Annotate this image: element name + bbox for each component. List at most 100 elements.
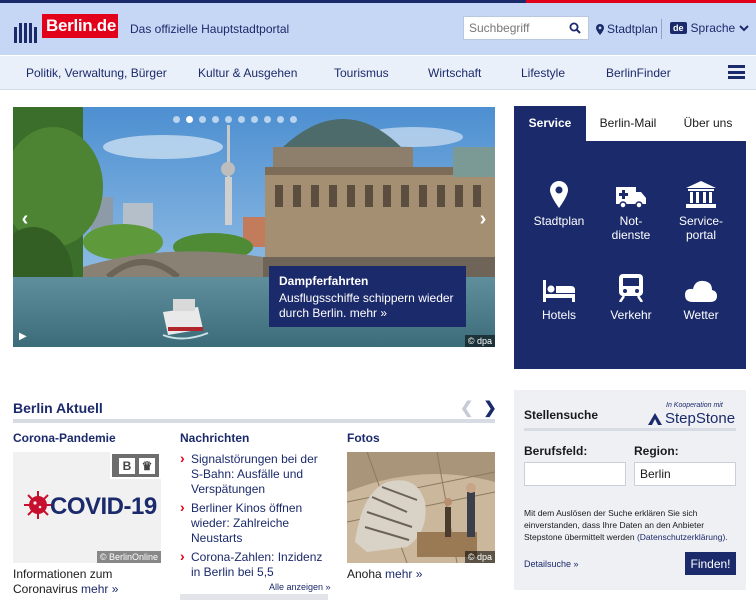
search-icon[interactable]	[569, 22, 581, 37]
news-list: Signalstörungen bei der S-Bahn: Ausfälle…	[180, 451, 330, 584]
language-selector[interactable]: de Sprache	[670, 21, 749, 35]
language-badge: de	[670, 22, 687, 34]
search-input[interactable]	[464, 17, 564, 39]
photo-caption[interactable]: Anoha mehr »	[347, 567, 422, 581]
news-item[interactable]: Corona-Zahlen: Inzidenz in Berlin bei 5,…	[180, 549, 330, 580]
stadtplan-link[interactable]: Stadtplan	[596, 22, 658, 36]
stepstone-logo[interactable]: StepStone	[648, 410, 735, 427]
job-search-title: Stellensuche	[524, 408, 599, 422]
news-item[interactable]: Berliner Kinos öffnen wieder: Zahlreiche…	[180, 500, 330, 546]
slide-caption-title: Dampferfahrten	[279, 274, 369, 288]
service-item-verkehr[interactable]: Verkehr	[593, 268, 669, 322]
more-link[interactable]: mehr »	[385, 567, 422, 581]
news-scroll-bar	[180, 594, 328, 600]
berufsfeld-input[interactable]	[524, 462, 626, 486]
column-title-corona[interactable]: Corona-Pandemie	[13, 431, 116, 445]
berlin-bear-badge: B ♛	[110, 452, 161, 479]
badge-bear: ♛	[139, 458, 155, 474]
news-item[interactable]: Signalstörungen bei der S-Bahn: Ausfälle…	[180, 451, 330, 497]
more-link[interactable]: mehr »	[81, 582, 118, 596]
next-arrow-icon[interactable]: ❯	[483, 400, 496, 417]
map-pin-icon	[596, 23, 604, 35]
detail-search-link[interactable]: Detailsuche »	[524, 559, 579, 569]
slider-prev-button[interactable]: ‹	[15, 207, 35, 231]
nav-item-politik[interactable]: Politik, Verwaltung, Bürger	[26, 66, 167, 80]
photo-caption-text: Anoha	[347, 567, 382, 581]
region-input[interactable]	[634, 462, 736, 486]
section-title: Berlin Aktuell	[13, 400, 103, 416]
covid-label: COVID-19	[50, 493, 157, 520]
site-tagline: Das offizielle Hauptstadtportal	[130, 22, 290, 36]
virus-icon	[24, 491, 52, 519]
nav-item-berlinfinder[interactable]: BerlinFinder	[606, 66, 671, 80]
service-item-label: Stadtplan	[533, 214, 585, 228]
slide-dot[interactable]	[173, 116, 180, 123]
header-divider	[661, 19, 662, 39]
site-header: Berlin.de Das offizielle Hauptstadtporta…	[0, 3, 756, 55]
berlin-logo[interactable]: Berlin.de	[14, 14, 118, 44]
slide-dot[interactable]	[238, 116, 245, 123]
service-item-stadtplan[interactable]: Stadtplan	[521, 174, 597, 228]
tab-ueber-uns[interactable]: Über uns	[670, 106, 746, 141]
stepstone-icon	[648, 412, 662, 425]
ambulance-icon	[593, 174, 669, 208]
corona-caption[interactable]: Informationen zum Coronavirus mehr »	[13, 567, 163, 597]
service-item-wetter[interactable]: Wetter	[663, 268, 739, 322]
slide-dot[interactable]	[212, 116, 219, 123]
service-item-label: Hotels	[541, 308, 576, 322]
nav-item-wirtschaft[interactable]: Wirtschaft	[428, 66, 481, 80]
prev-arrow-icon[interactable]: ❮	[460, 400, 473, 417]
building-icon	[663, 174, 739, 208]
logo-wordmark: Berlin.de	[42, 14, 118, 38]
menu-icon[interactable]	[728, 65, 745, 79]
slide-dot[interactable]	[199, 116, 206, 123]
service-item-label: Verkehr	[610, 308, 652, 322]
slide-caption[interactable]: Dampferfahrten Ausflugsschiffe schippern…	[269, 266, 466, 327]
slide-dot[interactable]	[251, 116, 258, 123]
slider-next-button[interactable]: ›	[473, 207, 493, 231]
slide-indicators	[173, 116, 297, 123]
service-item-hotels[interactable]: Hotels	[521, 268, 597, 322]
column-title-photos[interactable]: Fotos	[347, 431, 380, 445]
service-item-label: Service- portal	[678, 214, 723, 242]
image-credit: © dpa	[464, 551, 495, 563]
play-icon[interactable]: ▶	[19, 331, 27, 342]
nav-item-tourismus[interactable]: Tourismus	[334, 66, 389, 80]
job-search: Stellensuche In Kooperation mit StepSton…	[514, 390, 746, 590]
image-credit: © BerlinOnline	[96, 551, 161, 563]
service-tabs: Service Berlin-Mail Über uns	[514, 106, 746, 141]
photo-teaser-image[interactable]: © dpa	[347, 452, 495, 563]
corona-teaser-image[interactable]: B ♛ COVID-19 © BerlinOnline	[13, 452, 161, 563]
map-pin-icon	[521, 174, 597, 208]
tab-service[interactable]: Service	[514, 106, 586, 141]
privacy-link[interactable]: (Datenschutzerklärung)	[637, 532, 725, 542]
tab-berlin-mail[interactable]: Berlin-Mail	[586, 106, 670, 141]
region-label: Region:	[634, 444, 679, 458]
stadtplan-label: Stadtplan	[607, 22, 658, 36]
image-credit: © dpa	[464, 335, 495, 347]
brandenburg-gate-icon	[14, 21, 44, 43]
stepstone-wordmark: StepStone	[665, 410, 736, 427]
nav-item-kultur[interactable]: Kultur & Ausgehen	[198, 66, 297, 80]
column-title-news[interactable]: Nachrichten	[180, 431, 249, 445]
train-icon	[593, 268, 669, 302]
search-box	[463, 16, 589, 40]
privacy-note: Mit dem Auslösen der Suche erklären Sie …	[524, 508, 728, 542]
language-label: Sprache	[690, 21, 736, 35]
slide-dot[interactable]	[290, 116, 297, 123]
service-panel: Service Berlin-Mail Über uns Stadtplan N…	[514, 106, 746, 369]
service-item-serviceportal[interactable]: Service- portal	[663, 174, 739, 242]
service-item-notdienste[interactable]: Not- dienste	[593, 174, 669, 242]
slide-dot[interactable]	[277, 116, 284, 123]
all-news-link[interactable]: Alle anzeigen »	[269, 582, 331, 592]
badge-letter: B	[119, 458, 135, 474]
hero-slider: ‹ › Dampferfahrten Ausflugsschiffe schip…	[13, 107, 495, 347]
cloud-icon	[663, 268, 739, 302]
find-button[interactable]: Finden!	[685, 552, 736, 575]
slide-dot[interactable]	[264, 116, 271, 123]
chevron-down-icon	[739, 24, 749, 31]
nav-item-lifestyle[interactable]: Lifestyle	[521, 66, 565, 80]
slide-dot[interactable]	[186, 116, 193, 123]
main-navigation: Politik, Verwaltung, Bürger Kultur & Aus…	[0, 56, 756, 90]
slide-dot[interactable]	[225, 116, 232, 123]
